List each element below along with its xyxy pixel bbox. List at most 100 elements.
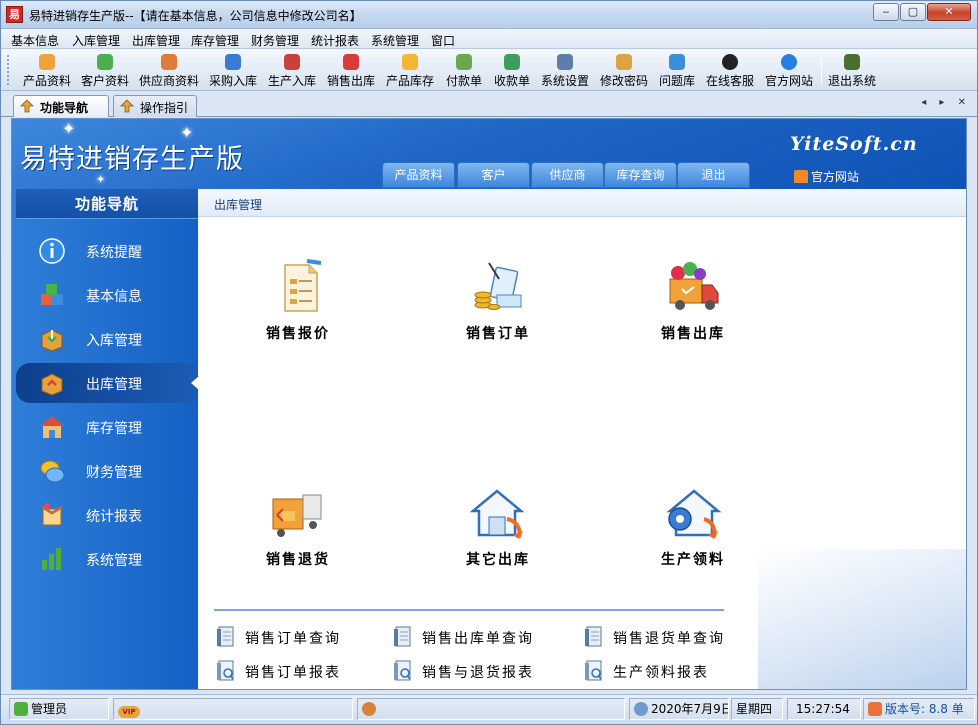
toolbar-receipt-button[interactable]: 收款单 (490, 52, 534, 88)
toolbar-label: 问题库 (658, 74, 695, 88)
report-icon (38, 501, 66, 529)
toolbar-online-service-button[interactable]: 在线客服 (702, 52, 758, 88)
sidebar-item-label: 基本信息 (86, 289, 142, 305)
module-sales-order[interactable]: 销售订单 (433, 259, 563, 359)
toolbar-product-stock-button[interactable]: 产品库存 (382, 52, 438, 88)
toolbar-grip[interactable] (7, 55, 10, 85)
report-doc-icon (584, 660, 604, 681)
sidebar-item-reports[interactable]: 统计报表 (16, 495, 198, 535)
cubes-icon (38, 281, 66, 309)
online-service-icon (722, 54, 738, 70)
menu-outbound[interactable]: 出库管理 (132, 32, 180, 49)
toolbar-label: 生产入库 (267, 74, 316, 88)
main-header: 出库管理 (198, 189, 966, 217)
status-message (357, 698, 625, 720)
report-doc-icon (393, 660, 413, 681)
module-label: 生产领料 (661, 552, 725, 568)
toolbar-password-button[interactable]: 修改密码 (596, 52, 652, 88)
banner-website-link[interactable]: 官方网站 (794, 168, 859, 185)
tab-scroll-controls[interactable]: ◂ ▸ ✕ (921, 97, 971, 108)
menu-window[interactable]: 窗口 (431, 32, 455, 49)
menu-basic-info[interactable]: 基本信息 (11, 32, 59, 49)
status-time: 15:27:54 (787, 698, 861, 720)
customer-icon (97, 54, 113, 70)
menu-reports[interactable]: 统计报表 (311, 32, 359, 49)
sidebar-item-system-alerts[interactable]: 系统提醒 (16, 231, 198, 271)
toolbar-settings-button[interactable]: 系统设置 (537, 52, 593, 88)
sidebar-item-inbound[interactable]: 入库管理 (16, 319, 198, 359)
module-label: 销售退货 (266, 552, 330, 568)
tab-function-navigation[interactable]: 功能导航 (13, 95, 109, 117)
close-button[interactable]: ✕ (927, 3, 971, 21)
banner-nav-products[interactable]: 产品资料 (382, 162, 455, 188)
toolbar-website-button[interactable]: 官方网站 (761, 52, 817, 88)
toolbar-faq-button[interactable]: 问题库 (655, 52, 699, 88)
globe-icon (634, 702, 648, 716)
toolbar-customer-button[interactable]: 客户资料 (77, 52, 133, 88)
return-truck-icon (269, 485, 327, 543)
sidebar-item-label: 财务管理 (86, 465, 142, 481)
banner-website-label: 官方网站 (811, 170, 860, 184)
toolbar-separator (821, 55, 822, 85)
sidebar-item-system[interactable]: 系统管理 (16, 539, 198, 579)
sidebar-item-basic-info[interactable]: 基本信息 (16, 275, 198, 315)
main-panel: 出库管理 销售报价 销售订单 销售出库 销售退货 其它出库 生产领料 销售订单查… (198, 189, 966, 689)
maximize-button[interactable]: ▢ (900, 3, 926, 21)
menu-inbound[interactable]: 入库管理 (72, 32, 120, 49)
module-sales-return[interactable]: 销售退货 (233, 485, 363, 585)
toolbar-sales-out-button[interactable]: 销售出库 (323, 52, 379, 88)
toolbar-production-in-button[interactable]: 生产入库 (264, 52, 320, 88)
sidebar-item-finance[interactable]: 财务管理 (16, 451, 198, 491)
keyboard-background-decoration (758, 549, 966, 689)
toolbar-supplier-button[interactable]: 供应商资料 (137, 52, 201, 88)
toolbar-payment-button[interactable]: 付款单 (442, 52, 486, 88)
sidebar-item-label: 系统管理 (86, 553, 142, 569)
sales-out-icon (343, 54, 359, 70)
menu-bar: 基本信息 入库管理 出库管理 库存管理 财务管理 统计报表 系统管理 窗口 (1, 29, 977, 49)
toolbar-product-button[interactable]: 产品资料 (19, 52, 75, 88)
product-icon (39, 54, 55, 70)
toolbar-label: 系统设置 (540, 74, 589, 88)
banner-nav-customers[interactable]: 客户 (457, 162, 530, 188)
sidebar-item-label: 统计报表 (86, 509, 142, 525)
tab-label: 操作指引 (140, 101, 189, 115)
module-production-requisition[interactable]: 生产领料 (628, 485, 758, 585)
menu-inventory[interactable]: 库存管理 (191, 32, 239, 49)
sidebar-item-outbound[interactable]: 出库管理 (16, 363, 199, 403)
link-label: 销售出库单查询 (422, 631, 534, 647)
supplier-icon (161, 54, 177, 70)
sidebar-item-label: 入库管理 (86, 333, 142, 349)
user-icon (14, 702, 28, 716)
sidebar: 功能导航 系统提醒 基本信息 入库管理 出库管理 库存管理 财务管理 统计报表 … (12, 189, 199, 689)
banner-title: 易特进销存生产版 (20, 144, 244, 175)
guide-icon (120, 99, 134, 113)
toolbar-purchase-in-button[interactable]: 采购入库 (205, 52, 261, 88)
query-icon (216, 626, 236, 647)
tab-label: 功能导航 (40, 101, 89, 115)
status-date: 2020年7月9日 (629, 698, 729, 720)
sidebar-item-inventory[interactable]: 库存管理 (16, 407, 198, 447)
sparkle-decoration: ✦ (62, 119, 76, 138)
menu-system[interactable]: 系统管理 (371, 32, 419, 49)
ie-icon (781, 54, 797, 70)
query-icon (584, 626, 604, 647)
app-logo-icon: 易 (6, 6, 23, 23)
module-sales-outbound[interactable]: 销售出库 (628, 259, 758, 359)
module-other-outbound[interactable]: 其它出库 (433, 485, 563, 585)
quote-document-icon (269, 259, 327, 317)
module-sales-quote[interactable]: 销售报价 (233, 259, 363, 359)
menu-finance[interactable]: 财务管理 (251, 32, 299, 49)
tab-operation-guide[interactable]: 操作指引 (113, 95, 197, 117)
minimize-button[interactable]: ‒ (873, 3, 899, 21)
banner-nav-suppliers[interactable]: 供应商 (531, 162, 604, 188)
module-label: 销售订单 (466, 326, 530, 342)
other-out-house-icon (469, 485, 527, 543)
sales-order-icon (469, 259, 527, 317)
delivery-truck-icon (664, 259, 722, 317)
banner-nav-exit[interactable]: 退出 (677, 162, 750, 188)
toolbar-exit-button[interactable]: 退出系统 (824, 52, 880, 88)
link-label: 生产领料报表 (613, 665, 709, 681)
toolbar-label: 采购入库 (208, 74, 257, 88)
banner-nav-stock-query[interactable]: 库存查询 (604, 162, 677, 188)
exit-icon (844, 54, 860, 70)
